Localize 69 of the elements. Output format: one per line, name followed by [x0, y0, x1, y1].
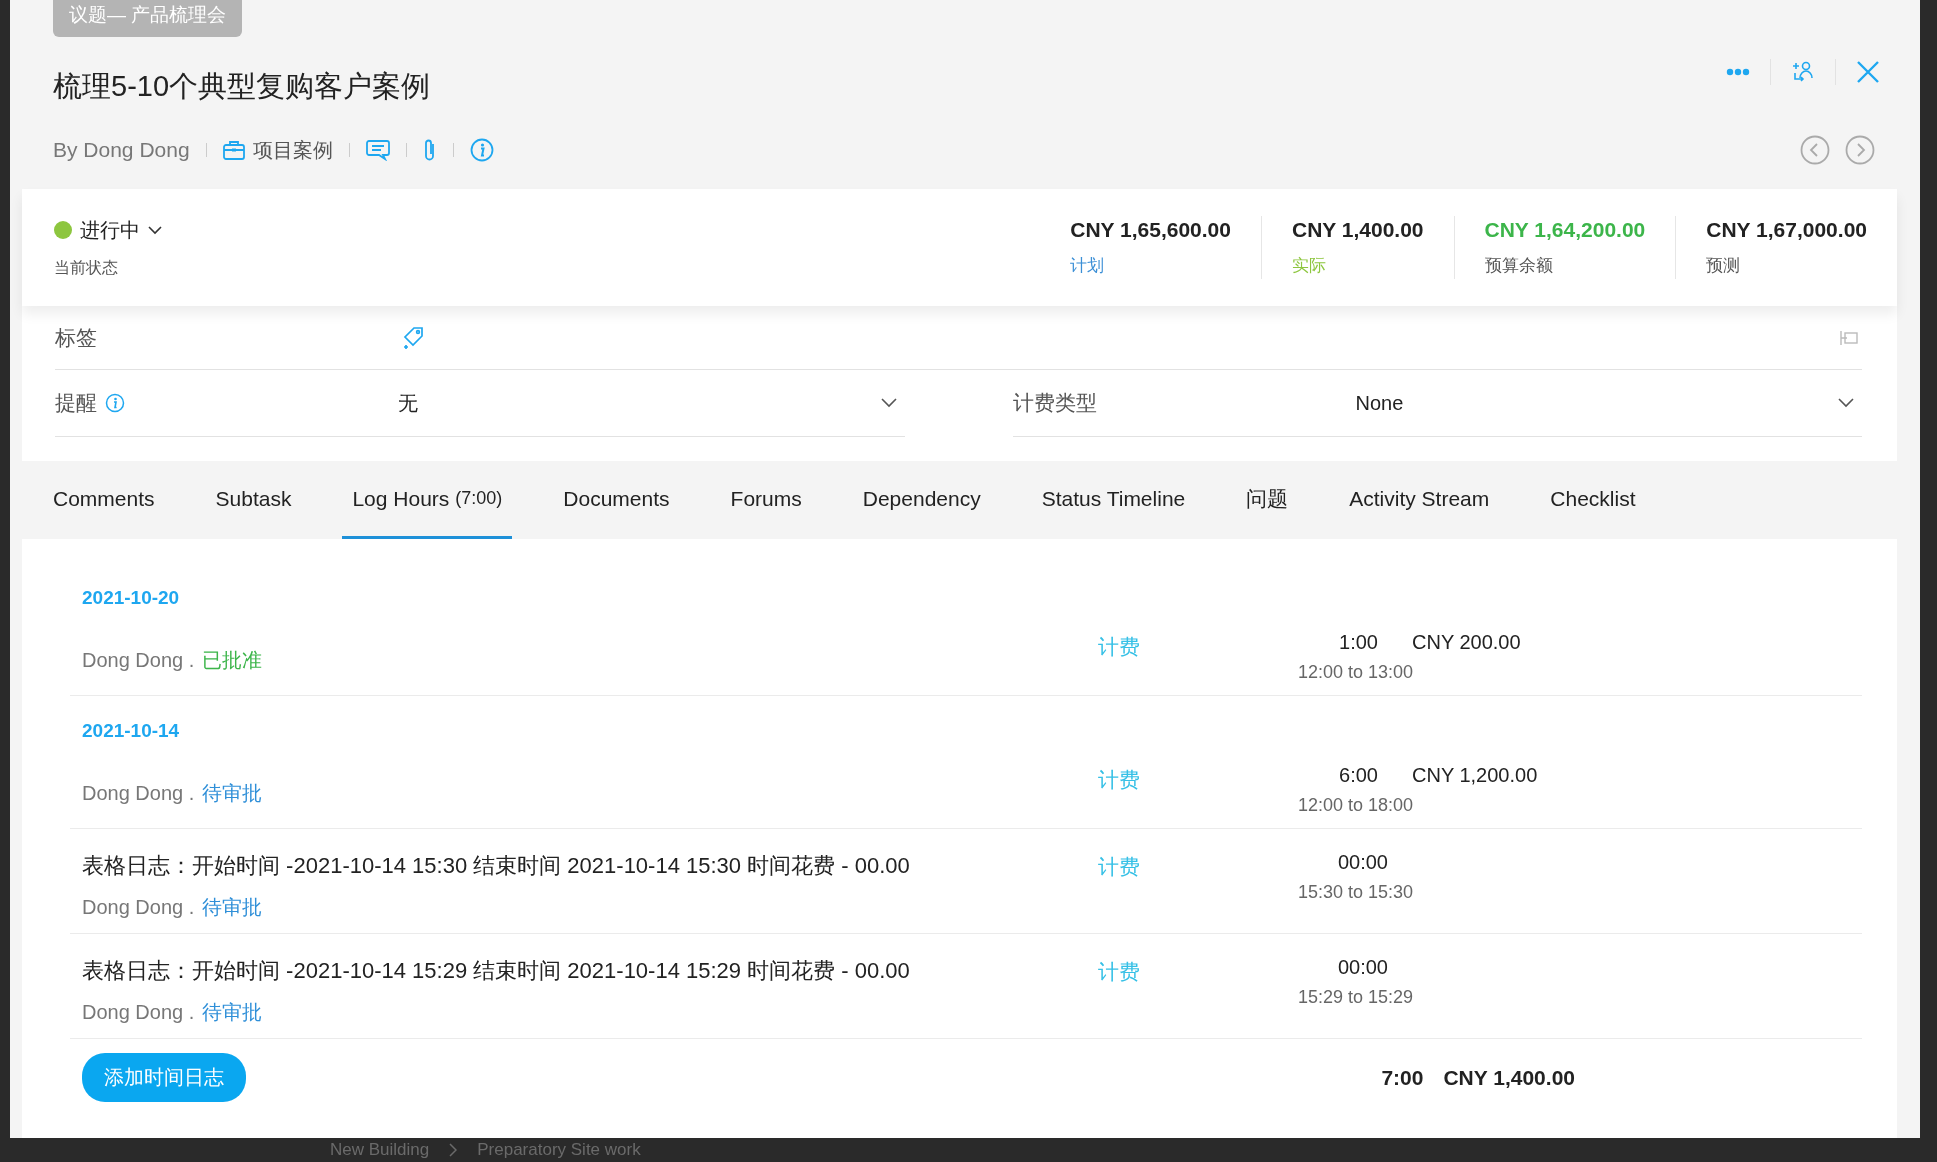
- project-link[interactable]: 项目案例: [222, 136, 333, 164]
- paperclip-icon[interactable]: [422, 138, 437, 162]
- info-icon[interactable]: [469, 138, 494, 162]
- hours-value: 00:00: [1336, 956, 1388, 979]
- breadcrumb-item: New Building: [330, 1140, 430, 1160]
- tab[interactable]: Subtask: [205, 461, 302, 539]
- tab[interactable]: Dependency: [852, 461, 991, 539]
- close-icon[interactable]: [1856, 60, 1880, 84]
- breadcrumb-item: Preparatory Site work: [477, 1140, 641, 1160]
- info-icon[interactable]: [105, 393, 125, 413]
- expand-icon[interactable]: [1839, 329, 1859, 346]
- task-title: 梳理5-10个典型复购客户案例: [53, 69, 431, 104]
- tab[interactable]: Status Timeline: [1031, 461, 1196, 539]
- budget-label: 预测: [1706, 255, 1742, 277]
- status-dropdown[interactable]: 进行中: [54, 216, 162, 244]
- chevron-down-icon: [880, 398, 897, 408]
- time-range: 12:00 to 13:00: [1297, 662, 1414, 683]
- user-name: Dong Dong .: [82, 648, 195, 672]
- field-label: 提醒: [55, 390, 97, 416]
- cost-value: CNY 200.00: [1412, 631, 1521, 654]
- tag-icon[interactable]: [402, 325, 424, 350]
- field-label: 计费类型: [1012, 390, 1097, 416]
- user-name: Dong Dong .: [82, 1001, 195, 1024]
- tab[interactable]: Documents: [553, 461, 680, 539]
- cost-value: CNY 1,200.00: [1412, 764, 1538, 787]
- more-icon[interactable]: [1726, 68, 1750, 76]
- status-caption: 当前状态: [54, 257, 119, 278]
- next-icon[interactable]: [1845, 135, 1875, 165]
- log-date: 2021-10-20: [81, 586, 181, 609]
- budget-label: 实际: [1292, 255, 1327, 277]
- chevron-right-icon: [449, 1143, 458, 1157]
- previous-icon[interactable]: [1800, 135, 1830, 165]
- budget-amount: CNY 1,400.00: [1292, 218, 1424, 242]
- budget-label: 计划: [1070, 255, 1106, 277]
- chevron-down-icon: [148, 225, 162, 235]
- select-field[interactable]: None: [1355, 391, 1862, 415]
- tab[interactable]: 问题: [1236, 461, 1299, 539]
- log-description: 表格日志：开始时间 -2021-10-14 15:29 结束时间 2021-10-14 15:29 时间花费 - 00.00: [82, 957, 911, 985]
- time-range: 12:00 to 18:00: [1297, 795, 1414, 816]
- total-cost: CNY 1,400.00: [1443, 1065, 1575, 1090]
- select-field[interactable]: 无: [398, 389, 905, 417]
- tab[interactable]: Activity Stream: [1339, 461, 1500, 539]
- tab[interactable]: Checklist: [1540, 461, 1646, 539]
- budget-label: 预算余额: [1484, 255, 1554, 277]
- add-user-icon[interactable]: [1791, 60, 1815, 84]
- log-date: 2021-10-14: [81, 719, 181, 742]
- hours-value: 1:00: [1338, 631, 1378, 654]
- budget-amount: CNY 1,65,600.00: [1070, 218, 1231, 242]
- hours-value: 6:00: [1338, 764, 1378, 787]
- comment-icon[interactable]: [365, 139, 390, 161]
- budget-amount: CNY 1,64,200.00: [1484, 218, 1646, 242]
- approval-status[interactable]: 待审批: [202, 894, 263, 921]
- topic-tag: 议题— 产品梳理会: [53, 0, 243, 37]
- total-hours: 7:00: [1381, 1065, 1424, 1090]
- briefcase-icon: [222, 140, 245, 160]
- chevron-down-icon: [1838, 398, 1854, 408]
- time-range: 15:30 to 15:30: [1297, 882, 1414, 903]
- log-description: 表格日志：开始时间 -2021-10-14 15:30 结束时间 2021-10-14 15:30 时间花费 - 00.00: [82, 852, 911, 880]
- author-name: By Dong Dong: [53, 138, 190, 162]
- user-name: Dong Dong .: [82, 781, 195, 805]
- field-label: 标签: [55, 324, 97, 351]
- tab[interactable]: Comments: [43, 461, 165, 539]
- user-name: Dong Dong .: [82, 896, 195, 919]
- hours-value: 00:00: [1336, 851, 1388, 874]
- tab[interactable]: Forums: [720, 461, 812, 539]
- approval-status[interactable]: 待审批: [202, 779, 263, 807]
- approval-status[interactable]: 待审批: [202, 999, 263, 1026]
- budget-amount: CNY 1,67,000.00: [1706, 218, 1867, 242]
- time-range: 15:29 to 15:29: [1297, 987, 1414, 1008]
